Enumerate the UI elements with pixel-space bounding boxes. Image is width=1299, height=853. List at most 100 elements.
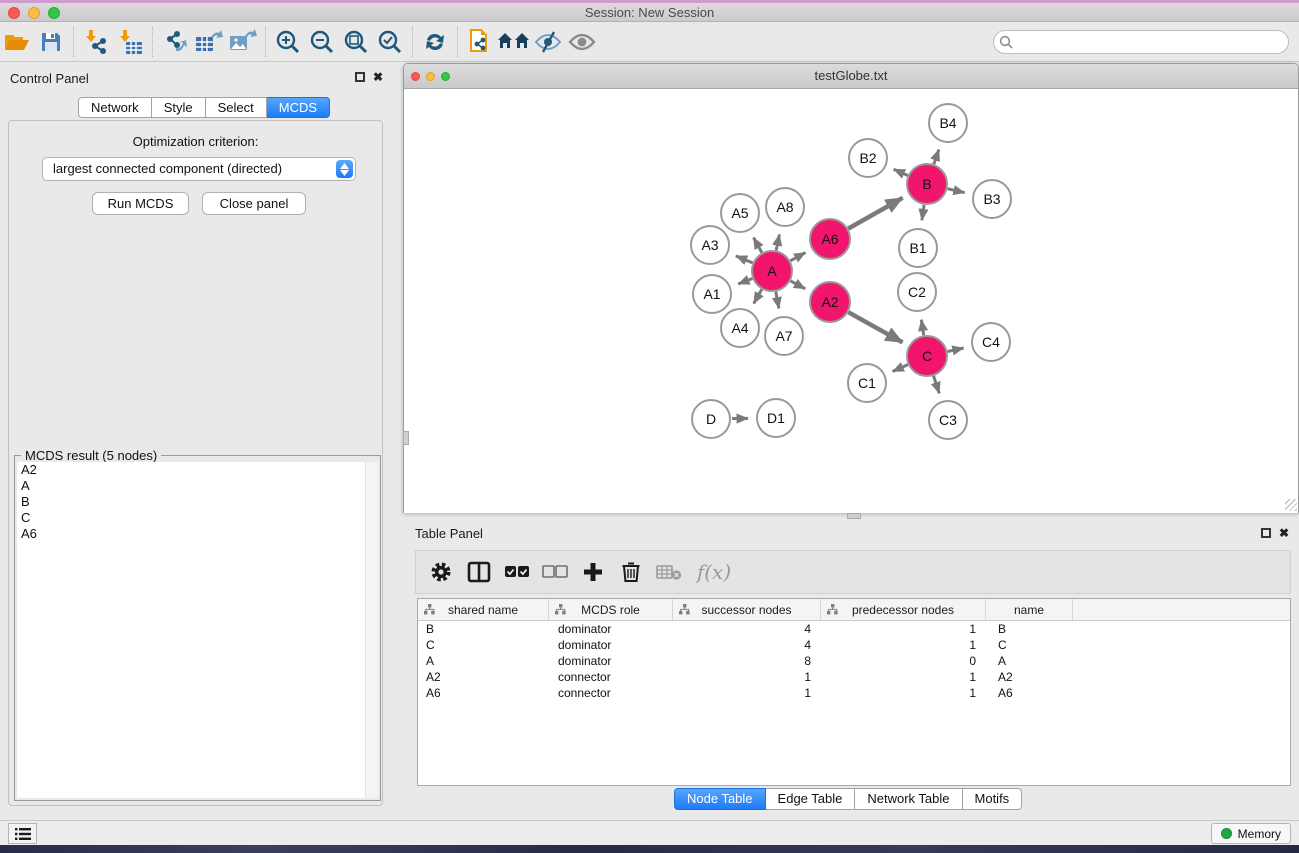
app-titlebar[interactable]: Session: New Session: [0, 3, 1299, 22]
node-A5[interactable]: A5: [721, 194, 759, 232]
node-B[interactable]: B: [907, 164, 947, 204]
mcds-result-list[interactable]: A2ABCA6: [17, 462, 378, 798]
table-settings-gear-icon[interactable]: [426, 557, 456, 587]
mcds-list-scrollbar[interactable]: [365, 462, 378, 798]
task-history-button[interactable]: [8, 823, 37, 844]
column-header-predecessor-nodes[interactable]: predecessor nodes: [821, 599, 986, 620]
left-splitter-handle[interactable]: [403, 431, 409, 445]
table-row[interactable]: Cdominator41C: [418, 637, 1290, 653]
column-header-mcds-role[interactable]: MCDS role: [549, 599, 673, 620]
node-B3[interactable]: B3: [973, 180, 1011, 218]
export-table-icon[interactable]: [192, 26, 226, 58]
edge-A-A7[interactable]: [776, 292, 779, 309]
zoom-out-icon[interactable]: [305, 26, 339, 58]
node-B2[interactable]: B2: [849, 139, 887, 177]
create-column-plus-icon[interactable]: [578, 557, 608, 587]
node-B1[interactable]: B1: [899, 229, 937, 267]
import-network-icon[interactable]: [79, 26, 113, 58]
edge-A-A2[interactable]: [791, 281, 806, 289]
mcds-result-item[interactable]: A: [17, 478, 378, 494]
export-image-icon[interactable]: [226, 26, 260, 58]
node-C1[interactable]: C1: [848, 364, 886, 402]
edge-C-C4[interactable]: [948, 348, 964, 352]
close-panel-button[interactable]: Close panel: [202, 192, 306, 215]
tab-motifs[interactable]: Motifs: [963, 788, 1023, 810]
close-panel-icon[interactable]: ✖: [373, 72, 383, 82]
node-C2[interactable]: C2: [898, 273, 936, 311]
tab-network[interactable]: Network: [78, 97, 152, 118]
edge-A-A3[interactable]: [736, 256, 753, 263]
edge-A-A8[interactable]: [776, 234, 779, 250]
tab-mcds[interactable]: MCDS: [267, 97, 330, 118]
float-table-panel-icon[interactable]: [1261, 528, 1271, 538]
edge-C-C1[interactable]: [893, 365, 908, 372]
mcds-result-item[interactable]: A2: [17, 462, 378, 478]
delete-column-trash-icon[interactable]: [616, 557, 646, 587]
column-header-shared-name[interactable]: shared name: [418, 599, 549, 620]
node-B4[interactable]: B4: [929, 104, 967, 142]
search-field[interactable]: [993, 30, 1289, 54]
node-C3[interactable]: C3: [929, 401, 967, 439]
column-header-successor-nodes[interactable]: successor nodes: [673, 599, 821, 620]
edge-A-A6[interactable]: [790, 253, 805, 261]
table-row[interactable]: A2connector11A2: [418, 669, 1290, 685]
open-folder-icon[interactable]: [0, 26, 34, 58]
export-network-icon[interactable]: [158, 26, 192, 58]
eye-slash-icon[interactable]: [531, 26, 565, 58]
home-pair-icon[interactable]: [497, 26, 531, 58]
float-panel-icon[interactable]: [355, 72, 365, 82]
window-resize-handle[interactable]: [1285, 499, 1297, 511]
node-A2[interactable]: A2: [810, 282, 850, 322]
network-window-titlebar[interactable]: testGlobe.txt: [404, 64, 1298, 89]
criterion-dropdown[interactable]: largest connected component (directed): [42, 157, 356, 181]
close-table-panel-icon[interactable]: ✖: [1279, 528, 1289, 538]
mcds-result-item[interactable]: A6: [17, 526, 378, 542]
edge-B-B4[interactable]: [934, 149, 939, 164]
select-all-checkboxes-icon[interactable]: [502, 557, 532, 587]
save-icon[interactable]: [34, 26, 68, 58]
zoom-in-icon[interactable]: [271, 26, 305, 58]
tab-node-table[interactable]: Node Table: [674, 788, 766, 810]
table-row[interactable]: Adominator80A: [418, 653, 1290, 669]
edge-A-A4[interactable]: [754, 289, 762, 303]
node-A3[interactable]: A3: [691, 226, 729, 264]
node-A7[interactable]: A7: [765, 317, 803, 355]
search-input[interactable]: [1016, 35, 1288, 49]
node-D1[interactable]: D1: [757, 399, 795, 437]
tab-network-table[interactable]: Network Table: [855, 788, 962, 810]
run-mcds-button[interactable]: Run MCDS: [92, 192, 189, 215]
edge-A-A5[interactable]: [754, 238, 762, 253]
edge-C-C2[interactable]: [921, 320, 923, 336]
node-D[interactable]: D: [692, 400, 730, 438]
show-column-icon[interactable]: [464, 557, 494, 587]
edge-B-B3[interactable]: [947, 189, 964, 193]
node-A4[interactable]: A4: [721, 309, 759, 347]
memory-button[interactable]: Memory: [1211, 823, 1291, 844]
refresh-icon[interactable]: [418, 26, 452, 58]
node-A6[interactable]: A6: [810, 219, 850, 259]
table-row[interactable]: A6connector11A6: [418, 685, 1290, 701]
edge-B-B2[interactable]: [894, 169, 908, 175]
node-A8[interactable]: A8: [766, 188, 804, 226]
tab-edge-table[interactable]: Edge Table: [766, 788, 856, 810]
node-C4[interactable]: C4: [972, 323, 1010, 361]
edge-B-B1[interactable]: [922, 205, 924, 220]
zoom-selected-icon[interactable]: [373, 26, 407, 58]
mcds-result-item[interactable]: C: [17, 510, 378, 526]
edge-C-C3[interactable]: [934, 376, 940, 393]
node-C[interactable]: C: [907, 336, 947, 376]
copy-network-document-icon[interactable]: [463, 26, 497, 58]
unselect-all-checkboxes-icon[interactable]: [540, 557, 570, 587]
import-table-icon[interactable]: [113, 26, 147, 58]
edge-A-A1[interactable]: [738, 279, 752, 284]
tab-select[interactable]: Select: [206, 97, 267, 118]
network-canvas[interactable]: B4 B2 B B3 A5A8A6 B1 A3 A C2 A1 A2 A4A7 C4 C C1 C3 D D1: [404, 89, 1298, 513]
tab-style[interactable]: Style: [152, 97, 206, 118]
bottom-splitter-handle[interactable]: [847, 513, 861, 519]
node-A1[interactable]: A1: [693, 275, 731, 313]
edge-A6-B[interactable]: [848, 198, 902, 229]
node-A[interactable]: A: [752, 251, 792, 291]
mcds-result-item[interactable]: B: [17, 494, 378, 510]
edge-A2-C[interactable]: [848, 312, 902, 342]
table-row[interactable]: Bdominator41B: [418, 621, 1290, 637]
